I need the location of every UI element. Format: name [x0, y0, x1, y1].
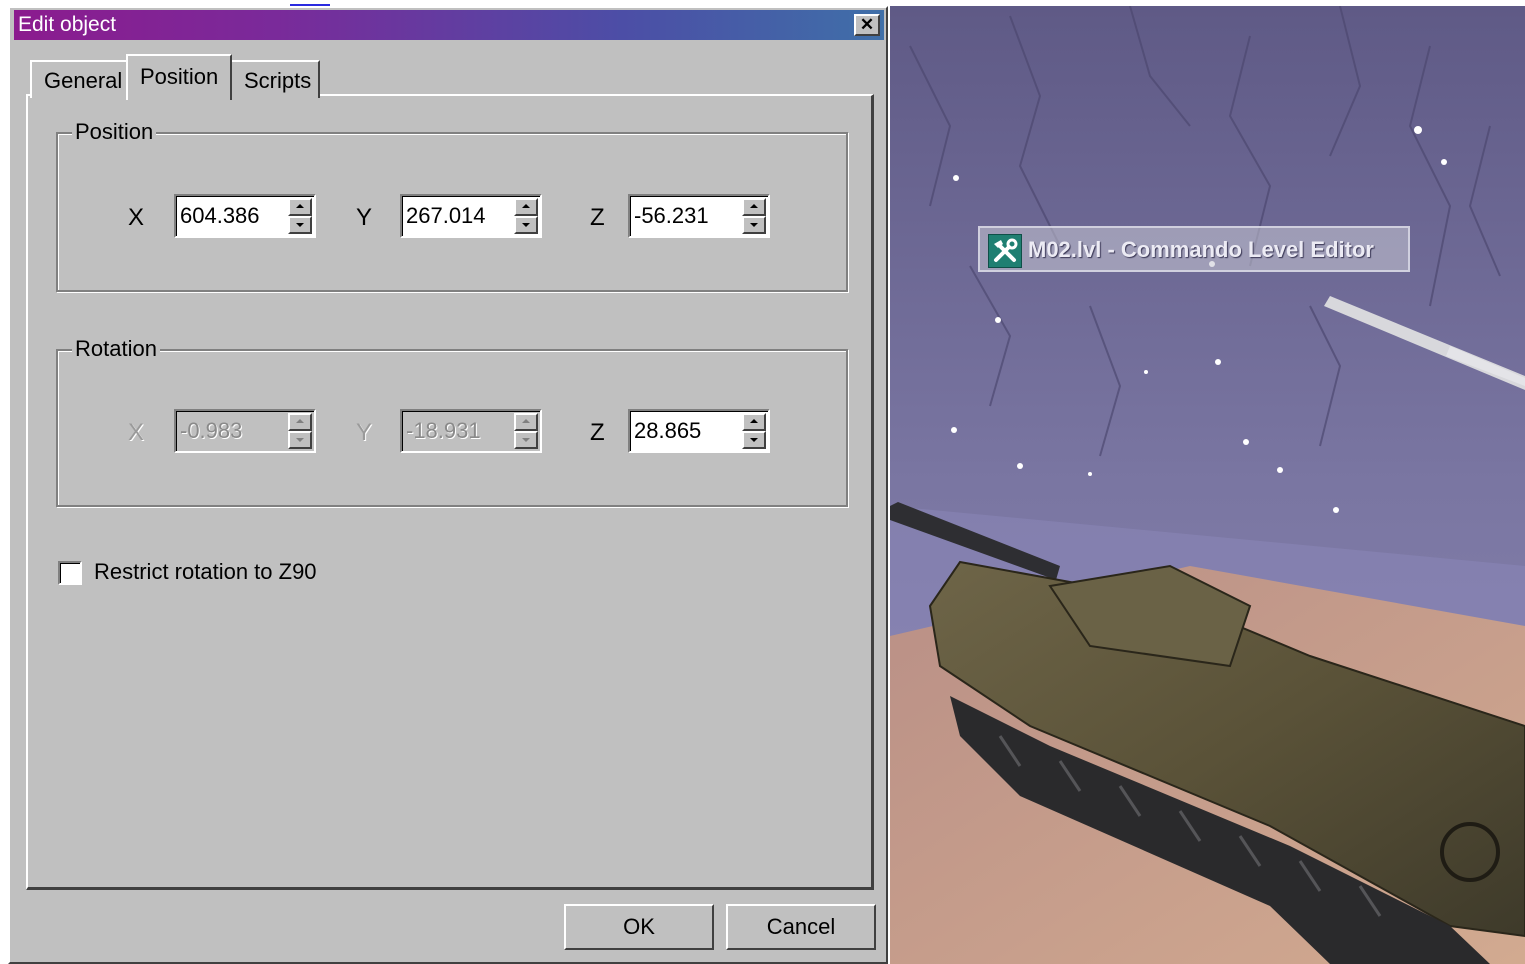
- position-x-down-button[interactable]: [288, 216, 312, 234]
- rotation-x-up-button: [288, 413, 312, 431]
- rotation-y-up-button: [514, 413, 538, 431]
- tools-icon: [988, 234, 1022, 268]
- level-viewport[interactable]: [890, 6, 1525, 964]
- tab-position[interactable]: Position: [126, 54, 232, 100]
- position-y-up-button[interactable]: [514, 198, 538, 216]
- dialog-title: Edit object: [18, 13, 117, 36]
- rotation-x-input: [179, 414, 287, 448]
- position-group-label: Position: [72, 119, 157, 145]
- close-icon: ✕: [859, 15, 875, 34]
- position-x-input[interactable]: [179, 199, 287, 233]
- tooltip-title: M02.lvl - Commando Level Editor: [1028, 237, 1374, 262]
- position-y-spinner: [400, 194, 542, 238]
- rotation-group: Rotation X Y Z: [56, 336, 848, 507]
- position-x-spinner: [174, 194, 316, 238]
- viewport-scene: [890, 6, 1525, 964]
- position-z-down-button[interactable]: [742, 216, 766, 234]
- position-y-label: Y: [356, 204, 373, 231]
- position-z-up-button[interactable]: [742, 198, 766, 216]
- position-z-input[interactable]: [633, 199, 741, 233]
- rotation-z-down-button[interactable]: [742, 431, 766, 449]
- rotation-z-input[interactable]: [633, 414, 741, 448]
- position-group: Position X Y Z: [56, 119, 848, 292]
- cancel-button[interactable]: Cancel: [726, 904, 876, 950]
- rotation-y-label: Y: [356, 419, 373, 446]
- restrict-rotation-label[interactable]: Restrict rotation to Z90: [94, 559, 317, 585]
- edit-object-dialog: Edit object ✕ General Position Scripts P…: [8, 6, 888, 964]
- restrict-rotation-checkbox[interactable]: [58, 561, 82, 585]
- rotation-z-spinner: [628, 409, 770, 453]
- rotation-x-spinner: [174, 409, 316, 453]
- rotation-y-spinner: [400, 409, 542, 453]
- app-window-tooltip[interactable]: M02.lvl - Commando Level Editor: [978, 226, 1410, 272]
- position-y-down-button[interactable]: [514, 216, 538, 234]
- rotation-z-label: Z: [590, 419, 605, 446]
- position-z-spinner: [628, 194, 770, 238]
- tab-scripts[interactable]: Scripts: [230, 60, 320, 98]
- rotation-x-label: X: [128, 419, 145, 446]
- dialog-titlebar[interactable]: Edit object ✕: [14, 10, 884, 40]
- rotation-y-down-button: [514, 431, 538, 449]
- position-x-up-button[interactable]: [288, 198, 312, 216]
- rotation-z-up-button[interactable]: [742, 413, 766, 431]
- rotation-y-input: [405, 414, 513, 448]
- close-button[interactable]: ✕: [854, 14, 880, 36]
- position-y-input[interactable]: [405, 199, 513, 233]
- rotation-group-label: Rotation: [72, 336, 160, 362]
- ok-button[interactable]: OK: [564, 904, 714, 950]
- tab-general[interactable]: General: [30, 60, 128, 98]
- position-z-label: Z: [590, 204, 605, 231]
- position-x-label: X: [128, 204, 145, 231]
- rotation-x-down-button: [288, 431, 312, 449]
